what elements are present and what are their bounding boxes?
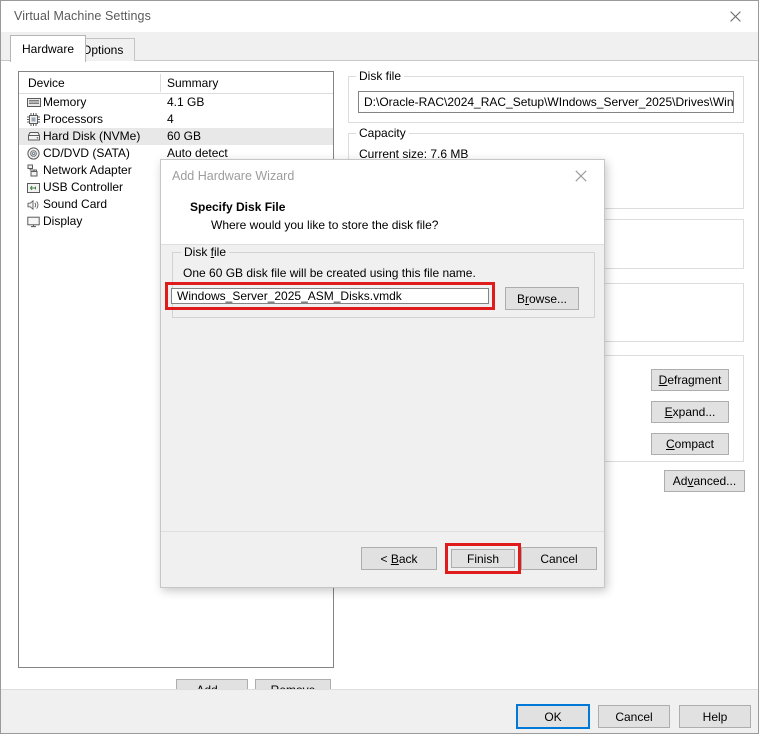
device-name: CD/DVD (SATA) — [43, 146, 130, 160]
back-label: < Back — [380, 552, 417, 566]
dialog-disk-file-group-label: Disk file — [181, 245, 229, 259]
device-row-hard-disk[interactable]: Hard Disk (NVMe) 60 GB — [19, 128, 333, 145]
file-name-value: Windows_Server_2025_ASM_Disks.vmdk — [177, 289, 402, 303]
device-row-processors[interactable]: Processors 4 — [19, 111, 333, 128]
close-icon[interactable] — [713, 1, 758, 31]
defragment-label: Defragment — [659, 373, 722, 387]
dialog-subheading: Where would you like to store the disk f… — [211, 218, 438, 232]
cancel-label: Cancel — [615, 710, 652, 724]
dialog-cancel-label: Cancel — [540, 552, 577, 566]
device-summary: 60 GB — [167, 129, 201, 143]
capacity-group-label: Capacity — [356, 126, 409, 140]
tab-hardware-label: Hardware — [22, 42, 74, 56]
help-button[interactable]: Help — [679, 705, 751, 728]
ok-label: OK — [544, 710, 561, 724]
file-name-input[interactable]: Windows_Server_2025_ASM_Disks.vmdk — [171, 288, 489, 304]
device-name: USB Controller — [43, 180, 123, 194]
window-footer: OK Cancel Help — [1, 689, 758, 733]
tab-strip: Hardware Options — [1, 32, 758, 61]
device-list-header: Device Summary — [19, 72, 333, 94]
compact-button[interactable]: Compact — [651, 433, 729, 455]
device-name: Memory — [43, 95, 86, 109]
disk-file-path-field[interactable]: D:\Oracle-RAC\2024_RAC_Setup\WIndows_Ser… — [358, 91, 734, 113]
file-name-highlight: Windows_Server_2025_ASM_Disks.vmdk — [165, 282, 495, 310]
dialog-description: One 60 GB disk file will be created usin… — [183, 266, 476, 280]
network-icon — [26, 163, 41, 178]
finish-label: Finish — [467, 552, 499, 566]
device-row-memory[interactable]: Memory 4.1 GB — [19, 94, 333, 111]
cpu-icon — [26, 112, 41, 127]
dialog-body: Disk file One 60 GB disk file will be cr… — [161, 246, 604, 531]
device-name: Hard Disk (NVMe) — [43, 129, 140, 143]
browse-label: Browse... — [517, 292, 567, 306]
column-separator — [160, 74, 161, 92]
finish-button[interactable]: Finish — [451, 549, 515, 568]
tab-hardware[interactable]: Hardware — [10, 35, 86, 62]
dialog-title: Add Hardware Wizard — [172, 169, 294, 183]
expand-label: Expand... — [665, 405, 716, 419]
device-summary: 4.1 GB — [167, 95, 204, 109]
disk-file-path-value: D:\Oracle-RAC\2024_RAC_Setup\WIndows_Ser… — [364, 95, 734, 109]
ok-button[interactable]: OK — [517, 705, 589, 728]
cddvd-icon — [26, 146, 41, 161]
dialog-heading: Specify Disk File — [190, 200, 285, 214]
cancel-button[interactable]: Cancel — [598, 705, 670, 728]
memory-icon — [26, 95, 41, 110]
back-button[interactable]: < Back — [361, 547, 437, 570]
sound-icon — [26, 197, 41, 212]
dialog-cancel-button[interactable]: Cancel — [521, 547, 597, 570]
device-summary: Auto detect — [167, 146, 228, 160]
harddisk-icon — [26, 129, 41, 144]
window-titlebar: Virtual Machine Settings — [1, 1, 758, 32]
dialog-footer: < Back Finish Cancel — [161, 531, 604, 587]
column-header-device: Device — [28, 76, 65, 90]
disk-file-group: Disk file D:\Oracle-RAC\2024_RAC_Setup\W… — [348, 76, 744, 123]
usb-icon — [26, 180, 41, 195]
advanced-button[interactable]: Advanced... — [664, 470, 745, 492]
device-name: Network Adapter — [43, 163, 132, 177]
dialog-header: Add Hardware Wizard Specify Disk File Wh… — [161, 160, 604, 245]
help-label: Help — [703, 710, 728, 724]
add-hardware-wizard-dialog: Add Hardware Wizard Specify Disk File Wh… — [160, 159, 605, 588]
device-name: Processors — [43, 112, 103, 126]
expand-button[interactable]: Expand... — [651, 401, 729, 423]
defragment-button[interactable]: Defragment — [651, 369, 729, 391]
tab-options-label: Options — [82, 43, 123, 57]
device-name: Display — [43, 214, 82, 228]
compact-label: Compact — [666, 437, 714, 451]
finish-button-highlight: Finish — [445, 543, 521, 574]
device-name: Sound Card — [43, 197, 107, 211]
browse-button[interactable]: Browse... — [505, 287, 579, 310]
disk-file-group-label: Disk file — [356, 69, 404, 83]
virtual-machine-settings-window: Virtual Machine Settings Hardware Option… — [0, 0, 759, 734]
advanced-label: Advanced... — [673, 474, 736, 488]
display-icon — [26, 214, 41, 229]
window-title: Virtual Machine Settings — [14, 9, 151, 23]
device-summary: 4 — [167, 112, 174, 126]
column-header-summary: Summary — [167, 76, 218, 90]
close-icon[interactable] — [560, 162, 602, 190]
